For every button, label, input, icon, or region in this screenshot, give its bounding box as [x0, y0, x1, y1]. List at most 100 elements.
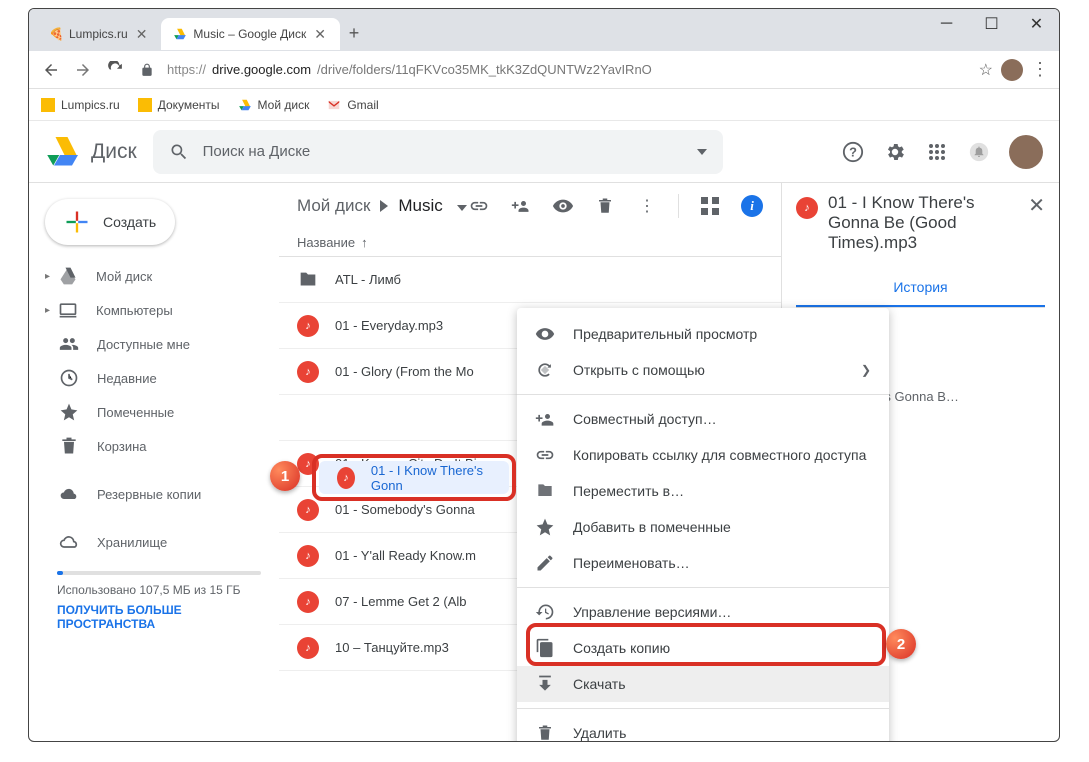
more-icon[interactable]: ⋮: [636, 195, 658, 217]
bookmark-item[interactable]: Gmail: [327, 98, 378, 112]
bookmark-star-icon[interactable]: ☆: [979, 60, 993, 80]
ctx-rename[interactable]: Переименовать…: [517, 545, 889, 581]
favicon-lumpics: 🍕: [49, 27, 63, 41]
bookmark-item[interactable]: Документы: [138, 98, 220, 112]
ctx-copy-link[interactable]: Копировать ссылку для совместного доступ…: [517, 437, 889, 473]
breadcrumb-root[interactable]: Мой диск: [297, 196, 370, 216]
menu-icon[interactable]: ⋮: [1031, 59, 1049, 80]
sidebar-item-computers[interactable]: Компьютеры: [39, 293, 279, 327]
bookmark-item[interactable]: Lumpics.ru: [41, 98, 120, 112]
sidebar: Создать Мой диск Компьютеры Доступные мн…: [29, 121, 279, 741]
tab-title: Lumpics.ru: [69, 27, 128, 41]
apps-icon[interactable]: [925, 140, 949, 164]
app-name: Диск: [91, 140, 137, 164]
search-placeholder: Поиск на Диске: [203, 143, 311, 160]
dropdown-icon[interactable]: [697, 149, 707, 155]
drive-logo[interactable]: Диск: [45, 134, 137, 170]
ctx-move[interactable]: Переместить в…: [517, 473, 889, 509]
account-avatar[interactable]: [1009, 135, 1043, 169]
audio-icon: ♪: [297, 315, 319, 337]
forward-button: [71, 58, 95, 82]
gear-icon[interactable]: [883, 140, 907, 164]
dropdown-icon[interactable]: [457, 196, 467, 216]
ctx-delete[interactable]: Удалить: [517, 715, 889, 742]
star-icon: [59, 402, 79, 422]
file-row-folder[interactable]: ATL - Лимб: [279, 257, 781, 303]
audio-icon: ♪: [796, 197, 818, 219]
ctx-versions[interactable]: Управление версиями…: [517, 594, 889, 630]
back-button[interactable]: [39, 58, 63, 82]
close-icon[interactable]: ✕: [1028, 193, 1045, 218]
folder-move-icon: [535, 481, 555, 501]
ctx-download[interactable]: Скачать: [517, 666, 889, 702]
close-icon[interactable]: ✕: [134, 24, 150, 45]
breadcrumb: Мой диск Music: [297, 196, 467, 216]
bookmark-item[interactable]: Мой диск: [238, 98, 310, 112]
help-icon[interactable]: ?: [841, 140, 865, 164]
window-maximize[interactable]: ☐: [969, 9, 1014, 39]
close-icon[interactable]: ✕: [312, 24, 328, 45]
ctx-copy[interactable]: Создать копию: [517, 630, 889, 666]
person-add-icon: [535, 409, 555, 429]
context-menu: Предварительный просмотр Открыть с помощ…: [517, 308, 889, 742]
drive-icon: [45, 134, 81, 170]
notifications-icon[interactable]: [967, 140, 991, 164]
new-tab-button[interactable]: +: [340, 19, 368, 47]
audio-icon: ♪: [297, 591, 319, 613]
tab-title: Music – Google Диск: [193, 27, 306, 41]
storage-upgrade-link[interactable]: ПОЛУЧИТЬ БОЛЬШЕ ПРОСТРАНСТВА: [57, 603, 261, 631]
lock-icon[interactable]: [135, 58, 159, 82]
download-icon: [535, 674, 555, 694]
computer-icon: [58, 300, 78, 320]
ctx-preview[interactable]: Предварительный просмотр: [517, 316, 889, 352]
browser-tab-active[interactable]: Music – Google Диск ✕: [161, 18, 340, 50]
window-close[interactable]: ✕: [1014, 9, 1059, 39]
eye-icon: [535, 324, 555, 344]
star-icon: [535, 517, 555, 537]
trash-icon: [59, 436, 79, 456]
chevron-right-icon: [380, 200, 388, 212]
plus-icon: [63, 208, 91, 236]
sidebar-item-starred[interactable]: Помеченные: [39, 395, 279, 429]
breadcrumb-current[interactable]: Music: [398, 196, 442, 216]
sidebar-item-backups[interactable]: Резервные копии: [39, 477, 279, 511]
svg-text:?: ?: [849, 144, 857, 159]
sidebar-item-mydrive[interactable]: Мой диск: [39, 259, 279, 293]
create-button[interactable]: Создать: [45, 199, 175, 245]
profile-avatar[interactable]: [1001, 59, 1023, 81]
sidebar-item-shared[interactable]: Доступные мне: [39, 327, 279, 361]
ctx-open-with[interactable]: Открыть с помощью❯: [517, 352, 889, 388]
annotation-marker-1: 1: [270, 461, 300, 491]
favicon-drive: [173, 27, 187, 41]
search-input[interactable]: Поиск на Диске: [153, 130, 723, 174]
link-icon[interactable]: [468, 195, 490, 217]
share-icon[interactable]: [510, 195, 532, 217]
info-icon[interactable]: i: [741, 195, 763, 217]
link-icon: [535, 445, 555, 465]
cloud-icon: [59, 484, 79, 504]
browser-tab[interactable]: 🍕 Lumpics.ru ✕: [37, 18, 161, 50]
eye-icon[interactable]: [552, 195, 574, 217]
ctx-share[interactable]: Совместный доступ…: [517, 401, 889, 437]
chevron-right-icon: ❯: [861, 363, 871, 377]
ctx-star[interactable]: Добавить в помеченные: [517, 509, 889, 545]
column-header[interactable]: Название ↑: [279, 229, 781, 257]
folder-icon: [41, 98, 55, 112]
window-minimize[interactable]: ─: [924, 9, 969, 39]
reload-button[interactable]: [103, 58, 127, 82]
search-icon: [169, 142, 189, 162]
grid-view-icon[interactable]: [699, 195, 721, 217]
audio-icon: ♪: [297, 499, 319, 521]
sidebar-item-recent[interactable]: Недавние: [39, 361, 279, 395]
copy-icon: [535, 638, 555, 658]
folder-icon: [297, 269, 319, 291]
trash-icon[interactable]: [594, 195, 616, 217]
sidebar-item-trash[interactable]: Корзина: [39, 429, 279, 463]
bookmarks-bar: Lumpics.ru Документы Мой диск Gmail: [29, 89, 1059, 121]
tab-history[interactable]: История: [796, 269, 1045, 307]
audio-icon: ♪: [297, 545, 319, 567]
details-title: 01 - I Know There's Gonna Be (Good Times…: [828, 193, 1018, 253]
url-input[interactable]: https://drive.google.com/drive/folders/1…: [167, 62, 971, 77]
drive-small-icon: [58, 266, 78, 286]
sidebar-item-storage[interactable]: Хранилище: [39, 525, 279, 559]
